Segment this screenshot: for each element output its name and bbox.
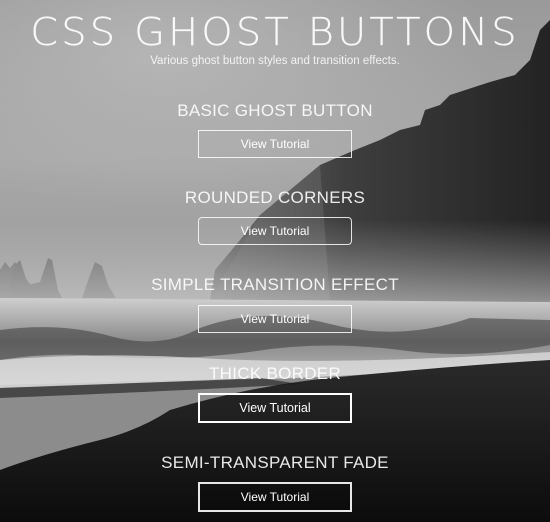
view-tutorial-button-rounded[interactable]: View Tutorial: [198, 217, 352, 245]
page-content: CSS GHOST BUTTONS Various ghost button s…: [0, 0, 550, 522]
section-heading: SIMPLE TRANSITION EFFECT: [151, 275, 399, 294]
view-tutorial-button-fade[interactable]: View Tutorial: [198, 482, 352, 512]
view-tutorial-button-transition[interactable]: View Tutorial: [198, 305, 352, 333]
section-heading: ROUNDED CORNERS: [184, 188, 366, 207]
section-heading: BASIC GHOST BUTTON: [177, 101, 373, 120]
section-heading: SEMI-TRANSPARENT FADE: [161, 453, 389, 472]
view-tutorial-button-thick[interactable]: View Tutorial: [198, 393, 352, 423]
section-heading: THICK BORDER: [208, 364, 342, 383]
page-title: CSS GHOST BUTTONS: [30, 10, 520, 54]
view-tutorial-button-basic[interactable]: View Tutorial: [198, 130, 352, 158]
page-subtitle: Various ghost button styles and transiti…: [150, 55, 400, 67]
